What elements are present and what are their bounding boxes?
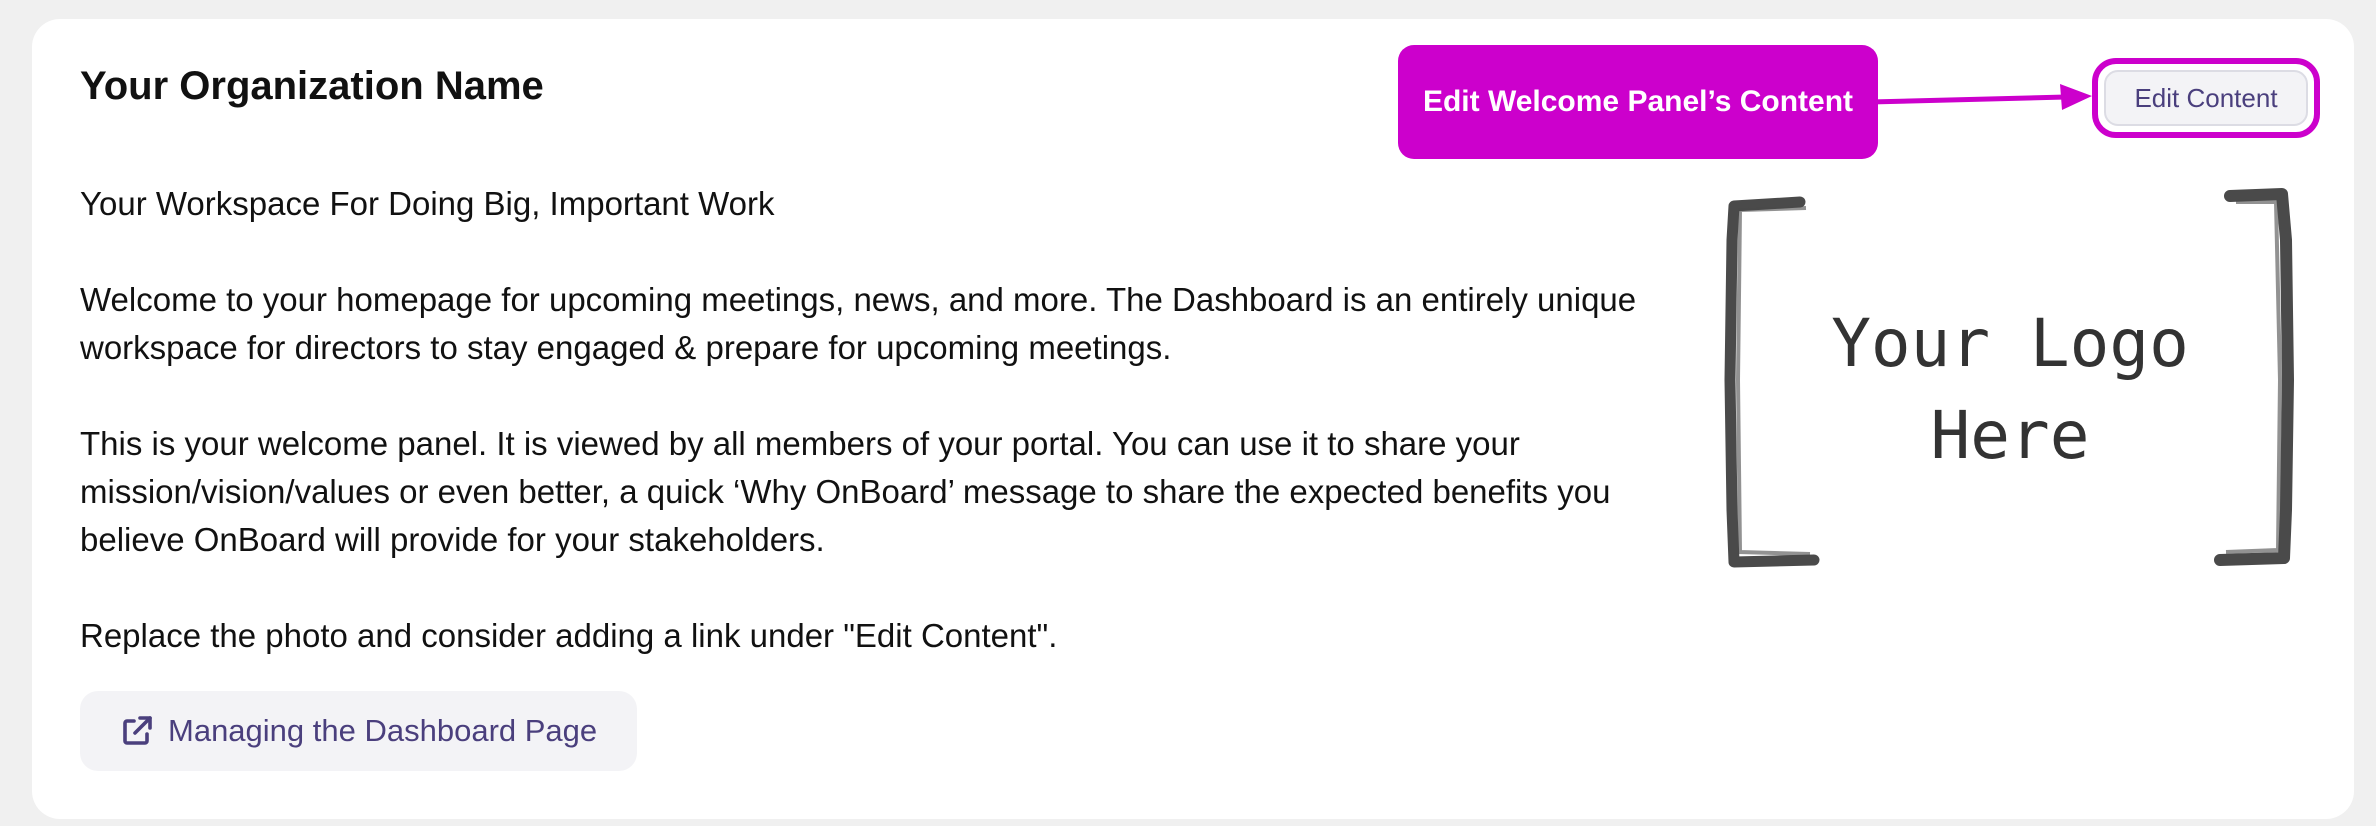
tagline-text: Your Workspace For Doing Big, Important … bbox=[80, 185, 775, 222]
logo-placeholder-text: Your Logo Here bbox=[1730, 298, 2290, 482]
description-paragraph: This is your welcome panel. It is viewed… bbox=[80, 425, 1611, 558]
instruction-paragraph: Replace the photo and consider adding a … bbox=[80, 617, 1058, 654]
external-link-icon bbox=[120, 714, 154, 748]
organization-title: Your Organization Name bbox=[80, 64, 544, 108]
managing-dashboard-link[interactable]: Managing the Dashboard Page bbox=[80, 691, 638, 771]
logo-line-2: Here bbox=[1930, 397, 2090, 474]
annotation-arrow bbox=[1870, 84, 2092, 110]
edit-content-highlight: Edit Content bbox=[2092, 58, 2320, 138]
edit-content-button[interactable]: Edit Content bbox=[2104, 70, 2308, 126]
link-label: Managing the Dashboard Page bbox=[168, 713, 598, 748]
annotation-callout: Edit Welcome Panel’s Content bbox=[1398, 45, 1878, 159]
welcome-paragraph: Welcome to your homepage for upcoming me… bbox=[80, 281, 1637, 366]
logo-line-1: Your Logo bbox=[1831, 305, 2189, 382]
